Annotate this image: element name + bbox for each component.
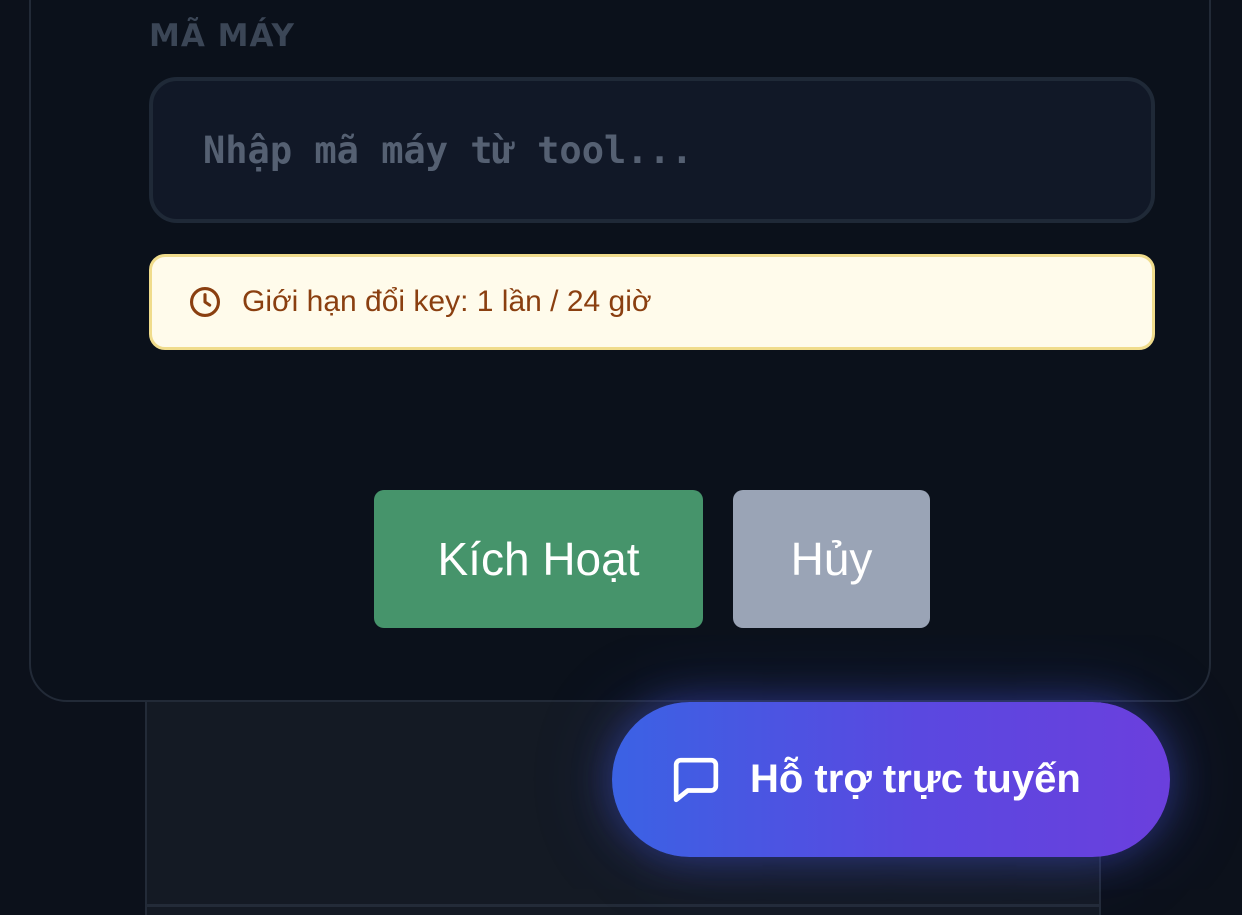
modal-body: MÃ MÁY Giới hạn đổi key: 1 lần / 24 giờ … <box>31 2 1209 760</box>
clock-icon <box>188 285 222 319</box>
cancel-button[interactable]: Hủy <box>733 490 930 628</box>
activation-modal: MÃ MÁY Giới hạn đổi key: 1 lần / 24 giờ … <box>29 0 1211 702</box>
machine-code-label: MÃ MÁY <box>149 18 295 54</box>
key-change-limit-notice: Giới hạn đổi key: 1 lần / 24 giờ <box>149 254 1155 350</box>
support-label: Hỗ trợ trực tuyến <box>750 757 1081 801</box>
screen: MÃ MÁY Giới hạn đổi key: 1 lần / 24 giờ … <box>0 0 1242 915</box>
divider <box>147 904 1099 907</box>
machine-code-input[interactable] <box>149 77 1155 223</box>
activate-button[interactable]: Kích Hoạt <box>374 490 703 628</box>
chat-bubble-icon <box>668 752 724 808</box>
online-support-button[interactable]: Hỗ trợ trực tuyến <box>612 702 1170 857</box>
limit-text: Giới hạn đổi key: 1 lần / 24 giờ <box>242 285 652 318</box>
